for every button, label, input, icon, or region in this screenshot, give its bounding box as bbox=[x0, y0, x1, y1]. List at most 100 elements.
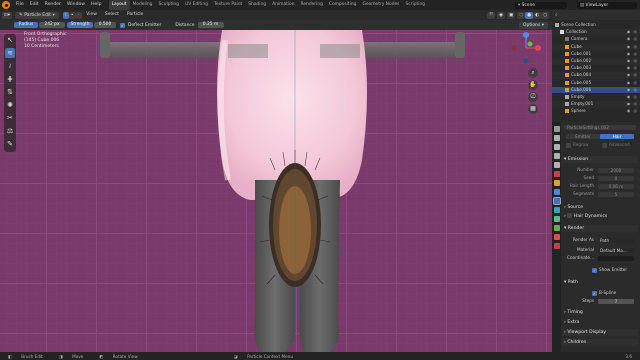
solid-shading-icon[interactable]: ● bbox=[525, 11, 534, 19]
mode-selector[interactable]: ✎ Particle Edit ▾ bbox=[15, 11, 59, 19]
advanced-checkbox[interactable] bbox=[602, 142, 607, 148]
orthographic-toggle-icon[interactable]: ▦ bbox=[528, 104, 538, 114]
outliner-row[interactable]: Camera ◉ ◎ bbox=[552, 36, 640, 43]
tab-layout[interactable]: Layout bbox=[108, 0, 130, 10]
strength-field[interactable]: 0.500 bbox=[94, 22, 116, 28]
view-layer-tab-icon[interactable] bbox=[553, 153, 560, 159]
select-mode-point[interactable]: • bbox=[68, 11, 76, 19]
annotate-icon[interactable]: ✎ bbox=[5, 139, 15, 149]
options-dropdown[interactable]: Options ▾ bbox=[518, 21, 548, 29]
visibility-icon[interactable]: ◉ ◎ bbox=[627, 58, 638, 65]
overlays-icon[interactable]: ◉ bbox=[497, 11, 505, 19]
tab-texture-paint[interactable]: Texture Paint bbox=[211, 0, 245, 10]
material-shading-icon[interactable]: ◐ bbox=[533, 11, 542, 19]
menu-file[interactable]: File bbox=[13, 0, 27, 10]
object-tab-icon[interactable] bbox=[553, 180, 560, 186]
data-tab-icon[interactable] bbox=[553, 225, 560, 231]
visibility-icon[interactable]: ◉ ◎ bbox=[627, 108, 638, 115]
menu-render[interactable]: Render bbox=[42, 0, 64, 10]
menu-view[interactable]: View bbox=[82, 10, 101, 20]
seed-field[interactable]: 0 bbox=[598, 175, 634, 181]
regrow-checkbox[interactable] bbox=[566, 142, 571, 148]
material-tab-icon[interactable] bbox=[553, 234, 560, 240]
tab-rendering[interactable]: Rendering bbox=[297, 0, 325, 10]
visibility-icon[interactable]: ◉ ◎ bbox=[627, 101, 638, 108]
view-layer-selector[interactable]: ▤ ViewLayer bbox=[577, 1, 637, 9]
viewport-display-section-header[interactable]: › Viewport Display bbox=[562, 329, 638, 336]
menu-help[interactable]: Help bbox=[88, 0, 104, 10]
scene-selector[interactable]: ▾ Scene bbox=[515, 1, 567, 9]
render-tab-icon[interactable] bbox=[553, 135, 560, 141]
timing-section-header[interactable]: › Timing bbox=[562, 309, 638, 316]
number-field[interactable]: 2000 bbox=[598, 167, 634, 173]
outliner-row[interactable]: Empty.001 ◉ ◎ bbox=[552, 101, 640, 108]
hair-length-field[interactable]: 0.66 m bbox=[598, 183, 634, 189]
hair-dynamics-section-header[interactable]: › Hair Dynamics bbox=[562, 213, 638, 220]
steps-field[interactable]: 7 bbox=[598, 298, 634, 304]
outliner-row[interactable]: Cube.005 ◉ ◎ bbox=[552, 80, 640, 87]
outliner-row[interactable]: Cube.006 ◉ ◎ bbox=[552, 86, 640, 94]
visibility-icon[interactable]: ◉ ◎ bbox=[627, 72, 638, 79]
transform-pivot-icon[interactable]: ⤧ bbox=[487, 11, 496, 19]
outliner-row[interactable]: Collection ◉ ◎ bbox=[552, 29, 640, 36]
visibility-icon[interactable]: ◉ ◎ bbox=[627, 94, 638, 101]
navigation-gizmo[interactable] bbox=[508, 30, 544, 66]
show-emitter-checkbox[interactable]: ✓ bbox=[592, 267, 597, 273]
menu-window[interactable]: Window bbox=[64, 0, 88, 10]
select-mode-path[interactable]: ⌇ bbox=[62, 11, 69, 19]
source-section-header[interactable]: › Source bbox=[562, 204, 638, 211]
particles-tab-icon[interactable] bbox=[552, 197, 561, 205]
wireframe-shading-icon[interactable]: ◌ bbox=[517, 11, 526, 19]
puff-brush-icon[interactable]: ✺ bbox=[5, 100, 15, 110]
bspline-checkbox[interactable]: ✓ bbox=[592, 290, 597, 296]
pan-hand-icon[interactable]: ✋ bbox=[528, 80, 538, 90]
modifier-tab-icon[interactable] bbox=[553, 189, 560, 195]
tab-geometry-nodes[interactable]: Geometry Nodes bbox=[359, 0, 402, 10]
radius-field[interactable]: 242 px bbox=[39, 22, 65, 28]
children-section-header[interactable]: › Children bbox=[562, 339, 638, 346]
weight-brush-icon[interactable]: ⚖ bbox=[5, 126, 15, 136]
blender-logo-icon[interactable] bbox=[2, 1, 10, 9]
texture-tab-icon[interactable] bbox=[553, 243, 560, 249]
tab-shading[interactable]: Shading bbox=[245, 0, 269, 10]
menu-edit[interactable]: Edit bbox=[27, 0, 42, 10]
world-tab-icon[interactable] bbox=[553, 171, 560, 177]
outliner-row[interactable]: Cube ◉ ◎ bbox=[552, 43, 640, 51]
outliner-search-icon[interactable]: ⌕ bbox=[555, 12, 561, 18]
hair-dynamics-checkbox[interactable] bbox=[567, 213, 573, 218]
constraints-tab-icon[interactable] bbox=[553, 216, 560, 222]
zoom-icon[interactable]: ⌕ bbox=[528, 68, 538, 78]
visibility-icon[interactable]: ◉ ◎ bbox=[627, 51, 638, 58]
outliner-row[interactable]: Cube.003 ◉ ◎ bbox=[552, 65, 640, 72]
3d-viewport[interactable]: Front Orthographic (145) Cube.006 10 Cen… bbox=[0, 30, 552, 352]
select-mode-tip[interactable]: ◦ bbox=[75, 11, 83, 19]
render-section-header[interactable]: ▾ Render bbox=[562, 225, 638, 232]
length-brush-icon[interactable]: ⇅ bbox=[5, 87, 15, 97]
render-as-dropdown[interactable]: Path bbox=[598, 237, 634, 243]
camera-view-icon[interactable]: ⎚ bbox=[528, 92, 538, 102]
type-emitter-button[interactable]: Emitter bbox=[566, 133, 600, 139]
add-brush-icon[interactable]: ⋕ bbox=[5, 74, 15, 84]
visibility-icon[interactable]: ◉ ◎ bbox=[627, 87, 638, 94]
visibility-icon[interactable]: ◉ ◎ bbox=[627, 80, 638, 87]
outliner-row[interactable]: Empty ◉ ◎ bbox=[552, 94, 640, 101]
type-hair-button[interactable]: Hair bbox=[600, 133, 634, 139]
tool-tab-icon[interactable] bbox=[553, 126, 560, 132]
menu-particle[interactable]: Particle bbox=[123, 10, 148, 20]
tab-animation[interactable]: Animation bbox=[269, 0, 297, 10]
visibility-icon[interactable]: ◉ ◎ bbox=[627, 65, 638, 72]
segments-field[interactable]: 5 bbox=[598, 191, 634, 197]
path-section-header[interactable]: ▾ Path bbox=[562, 279, 638, 286]
comb-brush-icon[interactable]: ≋ bbox=[5, 48, 15, 58]
smooth-brush-icon[interactable]: ≀ bbox=[5, 61, 15, 71]
distance-field[interactable]: 0.25 m bbox=[197, 22, 224, 28]
menu-select[interactable]: Select bbox=[101, 10, 123, 20]
outliner-row[interactable]: Cube.004 ◉ ◎ bbox=[552, 72, 640, 79]
tab-sculpting[interactable]: Sculpting bbox=[155, 0, 182, 10]
outliner-row[interactable]: Cube.002 ◉ ◎ bbox=[552, 58, 640, 65]
outliner-row[interactable]: Sphere ◉ ◎ bbox=[552, 108, 640, 115]
physics-tab-icon[interactable] bbox=[553, 207, 560, 213]
material-dropdown[interactable]: Default Ma... bbox=[598, 247, 634, 253]
visibility-icon[interactable]: ◉ ◎ bbox=[627, 36, 638, 43]
visibility-icon[interactable]: ◉ ◎ bbox=[627, 44, 638, 51]
